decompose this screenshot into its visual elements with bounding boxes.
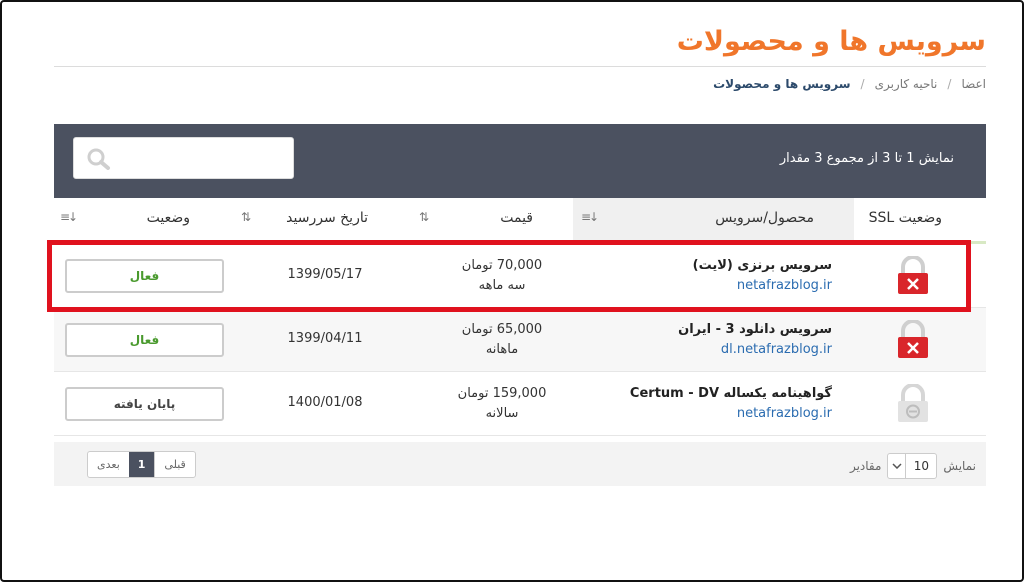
page-size-value: 10	[913, 459, 930, 473]
page-size-suffix: مقادیر	[849, 459, 882, 473]
pager-current-page[interactable]: 1	[128, 452, 155, 477]
sort-icon: ⇅	[419, 210, 429, 224]
breadcrumb-members[interactable]: اعضا	[961, 77, 986, 91]
ssl-none-lock-icon	[896, 383, 930, 428]
billing-cycle: سالانه	[485, 406, 519, 421]
page-size-label: نمایش	[943, 459, 976, 473]
column-product[interactable]: محصول/سرویس ↓≡	[573, 198, 854, 244]
column-label: وضعیت	[146, 210, 190, 226]
title-divider	[54, 66, 986, 67]
breadcrumb-separator: /	[860, 77, 865, 91]
ssl-invalid-lock-icon	[896, 319, 930, 364]
column-price[interactable]: قیمت ⇅	[414, 198, 573, 244]
status-badge[interactable]: پایان یافته	[65, 387, 224, 421]
column-due-date[interactable]: تاریخ سررسید ⇅	[235, 198, 414, 244]
column-status[interactable]: وضعیت ↓≡	[54, 198, 235, 244]
pagination: بعدی 1 قبلی	[87, 451, 196, 478]
ssl-invalid-lock-icon	[896, 255, 930, 300]
product-price: 65,000 تومان	[461, 322, 543, 337]
table-footer: بعدی 1 قبلی نمایش 10 مقادیر	[54, 442, 986, 486]
product-domain[interactable]: dl.netafrazblog.ir	[721, 342, 832, 357]
pager-prev[interactable]: قبلی	[154, 452, 194, 477]
status-badge[interactable]: فعال	[65, 323, 224, 357]
services-table: نمایش 1 تا 3 از مجموع 3 مقدار وضعیت SSL …	[54, 124, 986, 486]
due-date: 1399/05/17	[287, 267, 363, 282]
table-row[interactable]: سرویس دانلود 3 - ایران dl.netafrazblog.i…	[54, 308, 986, 372]
page-size-select[interactable]: 10	[887, 453, 938, 479]
breadcrumb: اعضا / ناحیه کاربری / سرویس ها و محصولات	[713, 77, 986, 91]
table-row[interactable]: سرویس برنزی (لایت) netafrazblog.ir 70,00…	[54, 244, 986, 308]
table-summary: نمایش 1 تا 3 از مجموع 3 مقدار	[779, 151, 954, 166]
product-domain[interactable]: netafrazblog.ir	[737, 406, 832, 421]
billing-cycle: ماهانه	[485, 342, 519, 357]
due-date: 1399/04/11	[287, 331, 363, 346]
page-title: سرویس ها و محصولات	[676, 26, 986, 57]
product-name: گواهینامه یکساله Certum - DV	[629, 386, 832, 401]
search-box[interactable]	[73, 137, 294, 179]
table-toolbar: نمایش 1 تا 3 از مجموع 3 مقدار	[54, 124, 986, 198]
product-domain[interactable]: netafrazblog.ir	[737, 278, 832, 293]
search-input[interactable]	[118, 146, 283, 170]
sort-icon: ↓≡	[581, 210, 599, 224]
product-price: 159,000 تومان	[457, 386, 547, 401]
due-date: 1400/01/08	[287, 395, 363, 410]
product-name: سرویس دانلود 3 - ایران	[678, 322, 832, 337]
table-header: وضعیت SSL محصول/سرویس ↓≡ قیمت ⇅ تاریخ سر…	[54, 198, 986, 244]
breadcrumb-current: سرویس ها و محصولات	[713, 77, 851, 91]
breadcrumb-client-area[interactable]: ناحیه کاربری	[875, 77, 938, 91]
column-label: وضعیت SSL	[868, 210, 942, 226]
table-row[interactable]: گواهینامه یکساله Certum - DV netafrazblo…	[54, 372, 986, 436]
status-badge[interactable]: فعال	[65, 259, 224, 293]
billing-cycle: سه ماهه	[478, 278, 526, 293]
sort-icon: ⇅	[241, 210, 251, 224]
column-label: قیمت	[500, 210, 533, 226]
column-label: تاریخ سررسید	[286, 210, 368, 226]
sort-icon: ↓≡	[60, 210, 78, 224]
page-size-control: نمایش 10 مقادیر	[850, 453, 976, 479]
pager-next[interactable]: بعدی	[88, 452, 129, 477]
chevron-down-icon	[888, 454, 907, 478]
product-price: 70,000 تومان	[461, 258, 543, 273]
breadcrumb-separator: /	[947, 77, 952, 91]
column-ssl-status[interactable]: وضعیت SSL	[854, 198, 986, 244]
column-label: محصول/سرویس	[715, 210, 814, 226]
search-icon	[87, 148, 110, 170]
product-name: سرویس برنزی (لایت)	[692, 258, 832, 273]
